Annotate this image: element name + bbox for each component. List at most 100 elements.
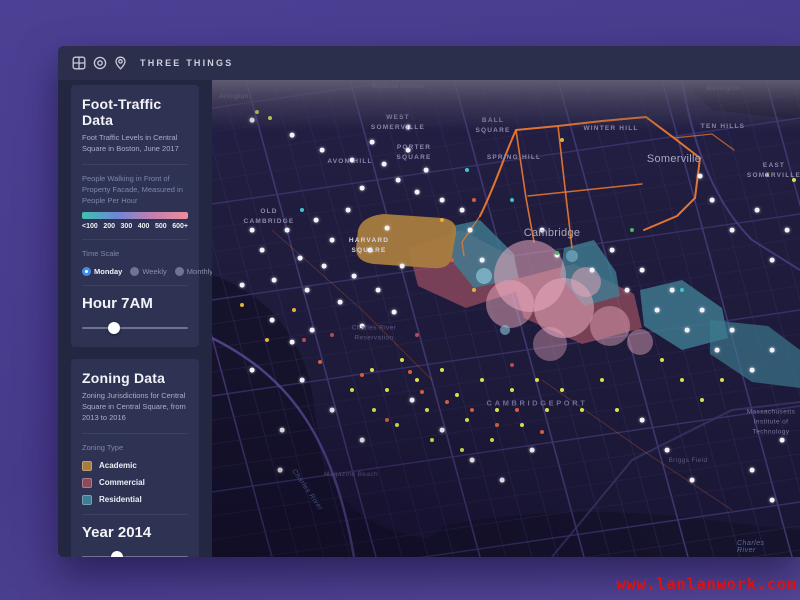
zoning-subtitle: Zoning Jurisdictions for Central Square … <box>82 391 188 424</box>
traffic-dot <box>408 370 412 374</box>
traffic-dot <box>540 430 544 434</box>
traffic-dot <box>455 393 459 397</box>
traffic-dot <box>440 428 445 433</box>
traffic-dot <box>330 408 335 413</box>
traffic-dot <box>630 228 634 232</box>
year-slider-track[interactable] <box>82 556 188 557</box>
traffic-dot <box>765 173 769 177</box>
radio-weekly[interactable]: Weekly <box>130 267 166 276</box>
traffic-dot <box>700 398 704 402</box>
scale-tick: 300 <box>121 223 133 230</box>
traffic-dot <box>495 408 499 412</box>
traffic-dot <box>470 458 475 463</box>
traffic-dot <box>600 378 604 382</box>
traffic-dot <box>330 333 334 337</box>
map-pin-icon[interactable] <box>114 56 127 70</box>
zoning-row-academic: Academic <box>82 461 188 471</box>
traffic-dot <box>368 248 373 253</box>
zoning-label: Academic <box>99 461 137 470</box>
year-slider[interactable] <box>82 551 188 557</box>
traffic-dot <box>698 174 703 179</box>
zoning-label: Commercial <box>99 478 145 487</box>
traffic-dot <box>480 258 485 263</box>
traffic-dot <box>406 148 411 153</box>
traffic-dot <box>472 198 476 202</box>
app-header: THREE THINGS <box>58 46 800 80</box>
scale-tick: <100 <box>82 223 98 230</box>
traffic-dot <box>470 408 474 412</box>
residential-swatch <box>82 495 92 505</box>
traffic-dot <box>425 408 429 412</box>
traffic-dot <box>555 251 559 255</box>
traffic-dot <box>260 248 265 253</box>
traffic-dot <box>400 358 404 362</box>
radio-label: Monthly <box>187 267 213 276</box>
traffic-dot <box>250 118 255 123</box>
scale-tick: 400 <box>138 223 150 230</box>
traffic-dot <box>415 378 419 382</box>
divider <box>82 285 188 286</box>
traffic-dot <box>265 338 269 342</box>
traffic-dot <box>360 438 365 443</box>
traffic-dot <box>285 228 290 233</box>
traffic-dot <box>730 328 735 333</box>
traffic-dot <box>590 268 595 273</box>
traffic-dot <box>710 198 715 203</box>
traffic-dot <box>540 228 545 233</box>
traffic-dot <box>770 348 775 353</box>
scale-tick: 500 <box>155 223 167 230</box>
traffic-dot <box>392 310 397 315</box>
traffic-dot <box>424 168 429 173</box>
map-canvas[interactable]: ArlingtonMedford HillsideWellingtonWEST … <box>212 80 800 557</box>
hour-slider-thumb[interactable] <box>108 322 120 334</box>
radio-monday[interactable]: Monday <box>82 267 122 276</box>
hour-label: Hour 7AM <box>82 295 188 312</box>
traffic-dot <box>352 274 357 279</box>
traffic-dot <box>510 363 514 367</box>
foot-traffic-title: Foot-Traffic Data <box>82 96 188 128</box>
traffic-dot <box>240 283 245 288</box>
traffic-dot <box>385 388 389 392</box>
radio-monthly[interactable]: Monthly <box>175 267 213 276</box>
zoning-row-residential: Residential <box>82 495 188 505</box>
traffic-dot <box>280 428 285 433</box>
traffic-dot <box>750 468 755 473</box>
traffic-dot <box>615 408 619 412</box>
traffic-gradient-bar <box>82 212 188 219</box>
traffic-dot <box>680 288 684 292</box>
traffic-dot <box>250 228 255 233</box>
foot-traffic-panel: Foot-Traffic Data Foot Traffic Levels in… <box>71 85 199 347</box>
traffic-dot <box>385 418 389 422</box>
traffic-dot <box>755 208 760 213</box>
hour-slider-track[interactable] <box>82 327 188 329</box>
traffic-dot <box>250 368 255 373</box>
traffic-dot <box>545 408 549 412</box>
radio-label: Monday <box>94 267 122 276</box>
year-slider-thumb[interactable] <box>111 551 123 557</box>
traffic-dot <box>640 268 645 273</box>
watermark: www.lanlanwork.com <box>616 575 797 593</box>
traffic-dot <box>460 208 465 213</box>
traffic-dot <box>415 190 420 195</box>
traffic-dot <box>302 338 306 342</box>
traffic-dot <box>715 348 720 353</box>
traffic-dot <box>670 288 675 293</box>
traffic-dot <box>360 373 364 377</box>
traffic-dot <box>270 318 275 323</box>
year-label: Year 2014 <box>82 524 188 541</box>
traffic-dot <box>685 328 690 333</box>
traffic-dot <box>560 388 564 392</box>
traffic-dot <box>530 448 535 453</box>
traffic-dot <box>400 264 405 269</box>
traffic-dot <box>330 238 335 243</box>
traffic-dot <box>465 168 469 172</box>
time-scale-label: Time Scale <box>82 249 188 260</box>
target-icon[interactable] <box>93 56 107 70</box>
traffic-dot <box>792 178 796 182</box>
zoning-legend: Academic Commercial Residential <box>82 461 188 505</box>
grid-icon[interactable] <box>72 56 86 70</box>
commercial-swatch <box>82 478 92 488</box>
traffic-dot <box>730 228 735 233</box>
hour-slider[interactable] <box>82 322 188 334</box>
traffic-dot <box>300 208 304 212</box>
